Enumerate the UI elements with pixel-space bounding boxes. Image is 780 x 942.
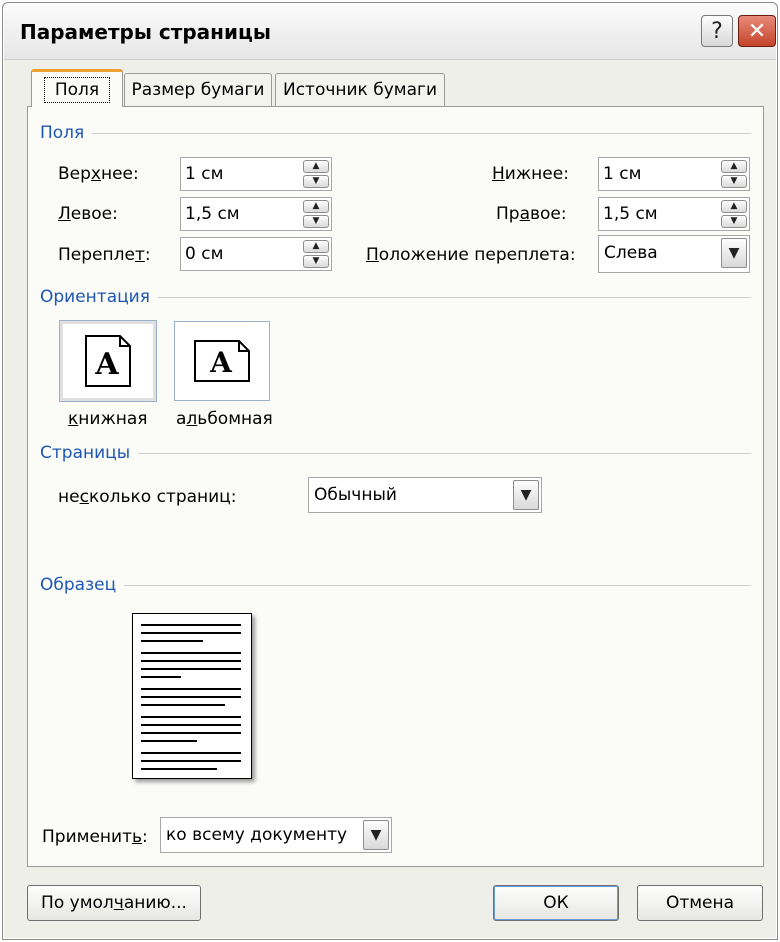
top-margin-spinner[interactable]: 1 см ▲ ▼	[180, 157, 332, 191]
portrait-option[interactable]: A	[59, 320, 157, 402]
chevron-down-icon[interactable]: ▼	[721, 238, 747, 268]
spin-down-icon[interactable]: ▼	[303, 215, 329, 228]
apply-to-select[interactable]: ко всему документу ▼	[160, 817, 392, 853]
preview-line	[141, 732, 241, 734]
cancel-button-label: Отмена	[665, 893, 735, 913]
tab-margins-label: Поля	[43, 76, 111, 103]
preview-line	[141, 696, 241, 698]
pages-section-title: Страницы	[40, 443, 139, 463]
tab-paper-source-label: Источник бумаги	[282, 80, 437, 100]
portrait-label[interactable]: книжная	[68, 409, 148, 429]
preview-line	[141, 688, 241, 690]
spin-up-icon[interactable]: ▲	[303, 160, 329, 173]
multiple-pages-value: Обычный	[314, 485, 397, 505]
preview-line	[141, 632, 241, 634]
preview-line	[141, 652, 241, 654]
preview-line	[141, 668, 241, 670]
preview-line	[141, 724, 241, 726]
right-margin-value: 1,5 см	[603, 204, 658, 224]
default-button[interactable]: По умолчанию...	[27, 885, 201, 921]
left-margin-value: 1,5 см	[185, 204, 240, 224]
portrait-glyph: A	[94, 347, 119, 382]
orientation-section-title: Ориентация	[40, 287, 158, 307]
preview-line	[141, 716, 241, 718]
landscape-page-icon: A	[194, 340, 250, 382]
preview-page	[132, 613, 252, 779]
ok-button-label: ОК	[543, 893, 569, 913]
bottom-margin-label: Нижнее:	[492, 164, 569, 184]
apply-to-value: ко всему документу	[166, 825, 348, 845]
gutter-label: Переплет:	[58, 245, 151, 265]
preview-line	[141, 768, 217, 770]
title-bar: Параметры страницы ? ✕	[4, 4, 776, 60]
landscape-label[interactable]: альбомная	[176, 409, 273, 429]
ok-button[interactable]: ОК	[493, 885, 619, 921]
preview-line	[141, 660, 241, 662]
margins-divider	[40, 133, 751, 134]
dialog-title: Параметры страницы	[20, 20, 271, 44]
page-setup-dialog: Параметры страницы ? ✕ Поля Размер бумаг…	[2, 2, 778, 940]
gutter-position-value: Слева	[604, 243, 658, 263]
landscape-glyph: A	[209, 346, 233, 379]
right-margin-label: Правое:	[496, 204, 567, 224]
gutter-position-label: Положение переплета:	[366, 245, 576, 265]
bottom-margin-spinner[interactable]: 1 см ▲ ▼	[598, 157, 750, 191]
margins-section-title: Поля	[40, 123, 93, 143]
preview-line	[141, 740, 197, 742]
spin-down-icon[interactable]: ▼	[721, 175, 747, 188]
gutter-position-select[interactable]: Слева ▼	[598, 235, 750, 273]
spin-down-icon[interactable]: ▼	[721, 215, 747, 228]
apply-to-label: Применить:	[42, 827, 148, 847]
gutter-value: 0 см	[185, 244, 224, 264]
cancel-button[interactable]: Отмена	[637, 885, 763, 921]
tab-paper-size-label: Размер бумаги	[131, 80, 265, 100]
pages-divider	[40, 453, 751, 454]
left-margin-label: Левое:	[58, 204, 118, 224]
spin-up-icon[interactable]: ▲	[303, 240, 329, 253]
close-icon: ✕	[747, 18, 767, 44]
tab-paper-source[interactable]: Источник бумаги	[275, 73, 445, 106]
preview-line	[141, 760, 241, 762]
close-button[interactable]: ✕	[738, 15, 776, 47]
left-margin-spinner[interactable]: 1,5 см ▲ ▼	[180, 197, 332, 231]
tab-panel: Поля Верхнее: 1 см ▲ ▼ Нижнее: 1 см ▲ ▼ Ле…	[27, 106, 764, 867]
help-icon: ?	[711, 18, 723, 44]
gutter-spinner[interactable]: 0 см ▲ ▼	[180, 237, 332, 271]
tab-paper-size[interactable]: Размер бумаги	[124, 73, 272, 106]
chevron-down-icon[interactable]: ▼	[513, 480, 539, 510]
top-margin-label: Верхнее:	[58, 164, 139, 184]
help-button[interactable]: ?	[701, 15, 733, 47]
top-margin-value: 1 см	[185, 164, 224, 184]
chevron-down-icon[interactable]: ▼	[363, 820, 389, 850]
right-margin-spinner[interactable]: 1,5 см ▲ ▼	[598, 197, 750, 231]
preview-line	[141, 752, 241, 754]
bottom-margin-value: 1 см	[603, 164, 642, 184]
default-button-label: По умолчанию...	[41, 893, 187, 913]
preview-divider	[40, 585, 751, 586]
spin-up-icon[interactable]: ▲	[721, 160, 747, 173]
multiple-pages-label: несколько страниц:	[58, 487, 237, 507]
preview-section-title: Образец	[40, 575, 125, 595]
spin-down-icon[interactable]: ▼	[303, 255, 329, 268]
preview-line	[141, 624, 241, 626]
tab-margins[interactable]: Поля	[31, 69, 123, 107]
landscape-option[interactable]: A	[174, 321, 270, 401]
preview-line	[141, 676, 181, 678]
preview-line	[141, 704, 225, 706]
spin-down-icon[interactable]: ▼	[303, 175, 329, 188]
spin-up-icon[interactable]: ▲	[721, 200, 747, 213]
portrait-page-icon: A	[85, 335, 131, 387]
spin-up-icon[interactable]: ▲	[303, 200, 329, 213]
multiple-pages-select[interactable]: Обычный ▼	[308, 477, 542, 513]
preview-line	[141, 640, 203, 642]
